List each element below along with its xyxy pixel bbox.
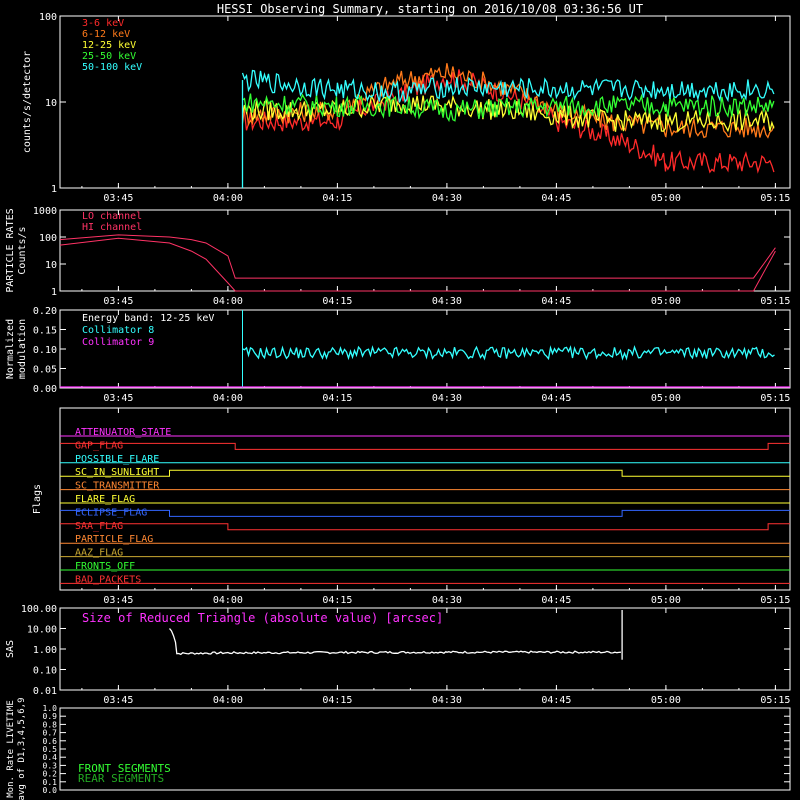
legend-entry: 6-12 keV [82, 29, 130, 40]
x-tick-label: 04:00 [213, 595, 243, 606]
x-tick-label: 03:45 [103, 595, 133, 606]
y-tick-label: 0.2 [43, 770, 58, 779]
x-tick-label: 04:30 [432, 193, 462, 204]
x-tick-label: 05:00 [651, 595, 681, 606]
livetime-ylabel-2: avg of D1,3,4,5,6,9 [17, 698, 27, 800]
y-tick-label: 1.0 [43, 704, 58, 713]
y-tick-label: 1.00 [33, 645, 57, 656]
y-tick-label: 0.10 [33, 345, 57, 356]
x-tick-label: 03:45 [103, 695, 133, 706]
x-tick-label: 05:15 [760, 595, 790, 606]
x-tick-label: 04:45 [541, 193, 571, 204]
x-tick-label: 04:00 [213, 695, 243, 706]
x-tick-label: 04:45 [541, 595, 571, 606]
modulation-legend-entry: Collimator 8 [82, 325, 154, 336]
x-tick-label: 03:45 [103, 193, 133, 204]
x-tick-label: 05:15 [760, 695, 790, 706]
x-tick-label: 04:30 [432, 695, 462, 706]
flag-label: ECLIPSE_FLAG [75, 507, 147, 518]
x-tick-label: 04:00 [213, 393, 243, 404]
sas-annotation: Size of Reduced Triangle (absolute value… [82, 611, 443, 625]
hessi-summary-chart: HESSI Observing Summary, starting on 201… [0, 0, 800, 800]
y-tick-label: 0.3 [43, 761, 58, 770]
legend-entry: 12-25 keV [82, 40, 136, 51]
flag-label: PARTICLE_FLAG [75, 534, 153, 545]
y-tick-label: 0.10 [33, 666, 57, 677]
flag-label: SC_TRANSMITTER [75, 481, 160, 492]
modulation-ylabel-2: modulation [17, 319, 28, 379]
x-tick-label: 04:30 [432, 393, 462, 404]
flag-label: SAA_FLAG [75, 521, 123, 532]
particle-legend-entry: LO channel [82, 211, 142, 222]
y-tick-label: 1000 [33, 206, 57, 217]
y-tick-label: 0.20 [33, 306, 57, 317]
chart-title: HESSI Observing Summary, starting on 201… [217, 2, 643, 16]
y-tick-label: 1 [51, 287, 57, 298]
y-tick-label: 0.4 [43, 753, 58, 762]
y-tick-label: 0.6 [43, 737, 58, 746]
x-tick-label: 04:15 [322, 695, 352, 706]
livetime-legend-entry: REAR SEGMENTS [78, 772, 164, 785]
y-tick-label: 0.8 [43, 720, 58, 729]
flag-label: BAD_PACKETS [75, 574, 141, 585]
x-tick-label: 04:15 [322, 193, 352, 204]
x-tick-label: 04:00 [213, 193, 243, 204]
x-tick-label: 04:15 [322, 595, 352, 606]
y-tick-label: 0.1 [43, 778, 58, 787]
flag-label: GAP_FLAG [75, 440, 123, 451]
x-tick-label: 05:00 [651, 296, 681, 307]
y-tick-label: 0.01 [33, 686, 57, 697]
flag-label: FRONTS_OFF [75, 561, 135, 572]
y-tick-label: 100 [39, 12, 57, 23]
legend-entry: 50-100 keV [82, 62, 142, 73]
legend-entry: 25-50 keV [82, 51, 136, 62]
x-tick-label: 05:00 [651, 393, 681, 404]
x-tick-label: 05:15 [760, 193, 790, 204]
flag-label: FLARE_FLAG [75, 494, 135, 505]
flag-label: AAZ_FLAG [75, 548, 123, 559]
modulation-ylabel-1: Normalized [5, 319, 16, 379]
flag-label: ATTENUATOR_STATE [75, 427, 171, 438]
x-tick-label: 04:30 [432, 595, 462, 606]
flags-ylabel: Flags [32, 484, 43, 514]
y-tick-label: 0.00 [33, 384, 57, 395]
y-tick-label: 0.0 [43, 786, 58, 795]
particle-legend-entry: HI channel [82, 222, 142, 233]
y-tick-label: 0.9 [43, 712, 58, 721]
y-tick-label: 0.05 [33, 365, 57, 376]
x-tick-label: 04:45 [541, 393, 571, 404]
x-tick-label: 05:00 [651, 193, 681, 204]
flag-label: POSSIBLE_FLARE [75, 454, 159, 465]
legend-entry: 3-6 keV [82, 18, 124, 29]
x-tick-label: 05:00 [651, 695, 681, 706]
y-tick-label: 10.00 [27, 625, 57, 636]
x-tick-label: 04:15 [322, 296, 352, 307]
y-tick-label: 100 [39, 233, 57, 244]
y-tick-label: 0.15 [33, 326, 57, 337]
sas-ylabel: SAS [5, 640, 16, 658]
x-tick-label: 04:45 [541, 695, 571, 706]
particle-ylabel-2: Counts/s [17, 226, 28, 274]
x-tick-label: 03:45 [103, 296, 133, 307]
y-tick-label: 10 [45, 98, 57, 109]
lightcurve-ylabel: counts/s/detector [22, 51, 33, 153]
particle-ylabel-1: PARTICLE RATES [5, 208, 16, 292]
modulation-annotation: Energy band: 12-25 keV [82, 313, 214, 324]
livetime-ylabel-1: Mon. Rate LIVETIME [6, 700, 16, 798]
y-tick-label: 1 [51, 184, 57, 195]
x-tick-label: 04:00 [213, 296, 243, 307]
x-tick-label: 04:45 [541, 296, 571, 307]
x-tick-label: 03:45 [103, 393, 133, 404]
y-tick-label: 0.7 [43, 729, 58, 738]
x-tick-label: 05:15 [760, 296, 790, 307]
y-tick-label: 100.00 [21, 604, 57, 615]
modulation-legend-entry: Collimator 9 [82, 337, 154, 348]
x-tick-label: 04:15 [322, 393, 352, 404]
y-tick-label: 0.5 [43, 745, 58, 754]
flag-label: SC_IN_SUNLIGHT [75, 467, 159, 478]
x-tick-label: 05:15 [760, 393, 790, 404]
y-tick-label: 10 [45, 260, 57, 271]
x-tick-label: 04:30 [432, 296, 462, 307]
